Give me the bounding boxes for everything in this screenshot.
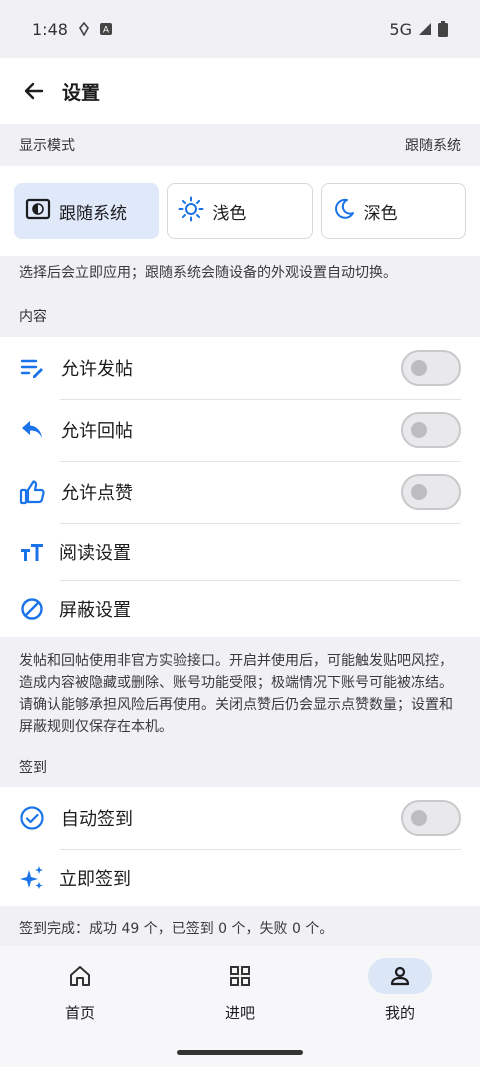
sun-icon [178,196,204,227]
display-mode-note: 选择后会立即应用；跟随系统会随设备的外观设置自动切换。 [19,265,397,281]
setting-label: 立即签到 [59,868,131,890]
signal-icon [418,22,432,36]
app-bar: 设置 [0,58,480,124]
nav-label: 我的 [384,1004,415,1022]
reply-icon [19,417,45,443]
moon-icon [332,197,356,226]
page-title: 设置 [62,81,101,104]
mode-label: 浅色 [212,203,247,224]
check-circle-icon [19,805,45,831]
text-size-icon [19,539,45,565]
mode-dark[interactable]: 深色 [320,183,466,239]
nav-forums[interactable]: 进吧 [160,946,320,1036]
setting-label: 自动签到 [61,809,133,830]
status-bar: 1:48 A 5G [0,0,480,58]
mode-label: 跟随系统 [59,203,127,224]
mode-label: 深色 [363,203,398,224]
setting-auto-signin[interactable]: 自动签到 [0,787,480,849]
network-type: 5G [389,19,412,39]
setting-block[interactable]: 屏蔽设置 [0,580,480,637]
setting-label: 阅读设置 [59,542,131,564]
allow-like-toggle[interactable] [401,474,461,510]
arrow-left-icon [24,82,44,100]
brightness-auto-icon [25,198,51,225]
setting-label: 允许点赞 [61,483,133,504]
home-icon [70,966,90,986]
block-icon [19,596,45,622]
sparkle-icon [19,865,45,891]
person-icon [390,966,410,986]
post-icon [19,355,45,381]
display-mode-selector: 跟随系统 浅色 深色 [0,166,480,256]
setting-signin-now[interactable]: 立即签到 [0,849,480,906]
bottom-navigation: 首页 进吧 我的 [0,946,480,1067]
content-note: 发帖和回帖使用非官方实验接口。开启并使用后，可能触发贴吧风控，造成内容被隐藏或删… [19,653,453,735]
thumb-up-icon [19,479,45,505]
grid-icon [230,966,250,986]
content-header: 内容 [0,295,480,337]
setting-allow-reply[interactable]: 允许回帖 [0,399,480,461]
signin-status-note: 签到完成：成功 49 个，已签到 0 个，失败 0 个。 [19,921,334,937]
section-title: 签到 [19,760,47,776]
allow-reply-toggle[interactable] [401,412,461,448]
battery-icon [438,21,448,37]
mode-follow-system[interactable]: 跟随系统 [14,183,160,239]
back-button[interactable] [18,75,50,107]
content-settings-list: 允许发帖 允许回帖 允许点赞 阅读设置 屏蔽设置 [0,337,480,637]
setting-reading[interactable]: 阅读设置 [0,523,480,580]
nav-label: 首页 [64,1004,95,1022]
nav-profile[interactable]: 我的 [320,946,480,1036]
display-mode-header: 显示模式 跟随系统 [0,124,480,166]
nav-home[interactable]: 首页 [0,946,160,1036]
setting-allow-like[interactable]: 允许点赞 [0,461,480,523]
status-time: 1:48 [32,19,68,39]
setting-label: 屏蔽设置 [59,599,131,621]
signin-settings-list: 自动签到 立即签到 [0,787,480,906]
setting-label: 允许回帖 [61,421,133,442]
setting-label: 允许发帖 [61,359,133,380]
location-icon [78,22,90,36]
signin-header: 签到 [0,746,480,788]
mode-light[interactable]: 浅色 [167,183,313,239]
home-indicator[interactable] [177,1050,303,1055]
section-title: 显示模式 [19,138,75,154]
auto-signin-toggle[interactable] [401,800,461,836]
svg-text:A: A [103,26,110,36]
allow-post-toggle[interactable] [401,350,461,386]
app-notification-icon: A [99,23,112,36]
nav-label: 进吧 [224,1004,255,1022]
current-mode-value: 跟随系统 [405,138,461,154]
setting-allow-post[interactable]: 允许发帖 [0,337,480,399]
section-title: 内容 [19,309,47,325]
